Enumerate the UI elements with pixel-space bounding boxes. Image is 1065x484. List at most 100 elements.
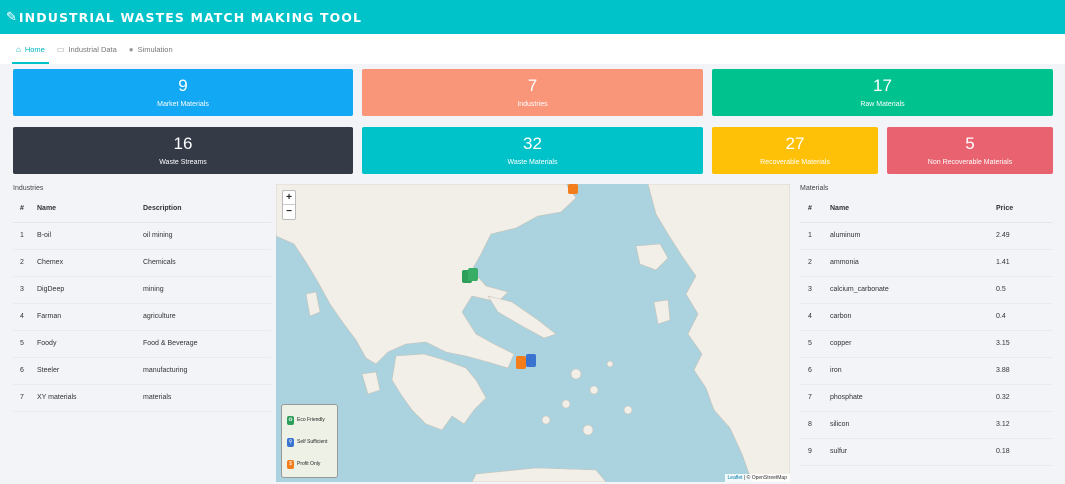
table-cell: 2.49 bbox=[996, 222, 1053, 250]
table-cell: 0.32 bbox=[996, 384, 1053, 412]
table-cell: Chemex bbox=[37, 249, 143, 277]
legend-label: Profit Only bbox=[297, 461, 321, 467]
table-cell: Steeler bbox=[37, 357, 143, 385]
table-cell: Food & Beverage bbox=[143, 330, 271, 358]
stat-card-industries: 7 Industries bbox=[362, 69, 703, 116]
stat-value: 17 bbox=[873, 76, 892, 95]
col-header: Price bbox=[996, 196, 1053, 223]
materials-table: # Name Price 1 aluminum 2.49 2 ammonia 1.41 3 c… bbox=[800, 196, 1053, 466]
table-row[interactable]: 6 iron 3.88 bbox=[800, 357, 1053, 385]
table-row[interactable]: 8 silicon 3.12 bbox=[800, 411, 1053, 439]
table-row[interactable]: 2 Chemex Chemicals bbox=[13, 249, 271, 277]
table-row[interactable]: 5 copper 3.15 bbox=[800, 330, 1053, 358]
table-row[interactable]: 6 Steeler manufacturing bbox=[13, 357, 271, 385]
table-cell: 0.4 bbox=[996, 303, 1053, 331]
table-cell: DigDeep bbox=[37, 276, 143, 304]
table-cell: Farman bbox=[37, 303, 143, 331]
industries-title: Industries bbox=[13, 185, 44, 192]
stat-label: Industries bbox=[517, 101, 548, 108]
tab-industrial-data-label: Industrial Data bbox=[68, 44, 117, 54]
table-cell: aluminum bbox=[830, 222, 996, 250]
col-header: # bbox=[800, 196, 830, 223]
tab-industrial-data[interactable]: ▭ Industrial Data bbox=[51, 34, 123, 64]
table-cell: 3 bbox=[13, 276, 37, 304]
map-legend: ♻ Eco Friendly ⚲ Self Sufficient $ Profi… bbox=[281, 404, 338, 478]
table-row[interactable]: 3 calcium_carbonate 0.5 bbox=[800, 276, 1053, 304]
legend-item: ♻ Eco Friendly bbox=[287, 409, 332, 431]
home-icon: ⌂ bbox=[16, 44, 21, 54]
table-row[interactable]: 4 Farman agriculture bbox=[13, 303, 271, 331]
map-view[interactable]: + − ♻ Eco Friendly ⚲ Self Sufficient $ P… bbox=[276, 184, 790, 482]
stat-card-non-recoverable-materials: 5 Non Recoverable Materials bbox=[887, 127, 1053, 174]
eco-friendly-marker[interactable] bbox=[462, 268, 478, 283]
table-cell: 9 bbox=[800, 438, 830, 466]
stat-label: Market Materials bbox=[157, 101, 209, 108]
table-cell: B-oil bbox=[37, 222, 143, 250]
stat-label: Waste Materials bbox=[507, 159, 558, 166]
table-row[interactable]: 4 carbon 0.4 bbox=[800, 303, 1053, 331]
app-title: INDUSTRIAL WASTES MATCH MAKING TOOL bbox=[18, 9, 363, 25]
stat-label: Non Recoverable Materials bbox=[927, 159, 1013, 166]
app-header: ✎ INDUSTRIAL WASTES MATCH MAKING TOOL bbox=[0, 0, 1065, 34]
table-row[interactable]: 7 XY materials materials bbox=[13, 384, 271, 412]
table-cell: sulfur bbox=[830, 438, 996, 466]
leaflet-link[interactable]: Leaflet bbox=[728, 475, 743, 481]
stat-value: 9 bbox=[178, 76, 188, 95]
table-cell: 0.18 bbox=[996, 438, 1053, 466]
table-cell: XY materials bbox=[37, 384, 143, 412]
table-cell: 5 bbox=[13, 330, 37, 358]
table-cell: carbon bbox=[830, 303, 996, 331]
table-row[interactable]: 5 Foody Food & Beverage bbox=[13, 330, 271, 358]
legend-item: ⚲ Self Sufficient bbox=[287, 431, 332, 453]
osm-attribution: | © OpenStreetMap bbox=[742, 475, 787, 481]
table-cell: 1 bbox=[13, 222, 37, 250]
table-cell: 7 bbox=[13, 384, 37, 412]
table-cell: Foody bbox=[37, 330, 143, 358]
table-cell: 3.88 bbox=[996, 357, 1053, 385]
tab-simulation[interactable]: ● Simulation bbox=[123, 34, 179, 64]
table-row[interactable]: 1 B-oil oil mining bbox=[13, 222, 271, 250]
zoom-in-button[interactable]: + bbox=[283, 191, 295, 205]
stat-label: Recoverable Materials bbox=[760, 159, 830, 166]
stat-value: 27 bbox=[785, 134, 805, 153]
table-cell: materials bbox=[143, 384, 271, 412]
stat-label: Waste Streams bbox=[159, 159, 207, 166]
materials-title: Materials bbox=[800, 185, 829, 192]
table-cell: 7 bbox=[800, 384, 830, 412]
table-cell: Chemicals bbox=[143, 249, 271, 277]
pencil-square-icon: ✎ bbox=[6, 9, 17, 24]
table-row[interactable]: 7 phosphate 0.32 bbox=[800, 384, 1053, 412]
stat-card-market-materials: 9 Market Materials bbox=[13, 69, 353, 116]
legend-item: $ Profit Only bbox=[287, 453, 332, 475]
industries-table: # Name Description 1 B-oil oil mining 2 Chem… bbox=[13, 196, 271, 412]
tab-simulation-label: Simulation bbox=[137, 44, 173, 54]
stat-card-waste-streams: 16 Waste Streams bbox=[13, 127, 353, 174]
table-cell: 3.12 bbox=[996, 411, 1053, 439]
tab-home[interactable]: ⌂ Home bbox=[10, 34, 51, 64]
folder-icon: ▭ bbox=[56, 44, 65, 54]
table-cell: 1 bbox=[800, 222, 830, 250]
self-sufficient-marker[interactable] bbox=[526, 354, 536, 367]
table-cell: ammonia bbox=[830, 249, 996, 277]
table-cell: iron bbox=[830, 357, 996, 385]
table-cell: phosphate bbox=[830, 384, 996, 412]
table-header: # Name Description bbox=[13, 196, 271, 223]
tab-home-label: Home bbox=[24, 44, 45, 54]
table-cell: 6 bbox=[13, 357, 37, 385]
table-cell: 2 bbox=[13, 249, 37, 277]
table-row[interactable]: 2 ammonia 1.41 bbox=[800, 249, 1053, 277]
col-header: Description bbox=[143, 196, 271, 223]
android-icon: ● bbox=[128, 44, 134, 54]
table-row[interactable]: 3 DigDeep mining bbox=[13, 276, 271, 304]
table-cell: 3.15 bbox=[996, 330, 1053, 358]
stat-card-waste-materials: 32 Waste Materials bbox=[362, 127, 703, 174]
stat-value: 16 bbox=[173, 134, 193, 153]
table-row[interactable]: 1 aluminum 2.49 bbox=[800, 222, 1053, 250]
table-cell: manufacturing bbox=[143, 357, 271, 385]
zoom-out-button[interactable]: − bbox=[283, 205, 295, 219]
legend-label: Self Sufficient bbox=[297, 439, 328, 445]
table-cell: 0.5 bbox=[996, 276, 1053, 304]
table-row[interactable]: 9 sulfur 0.18 bbox=[800, 438, 1053, 466]
table-cell: 1.41 bbox=[996, 249, 1053, 277]
col-header: Name bbox=[37, 196, 143, 223]
